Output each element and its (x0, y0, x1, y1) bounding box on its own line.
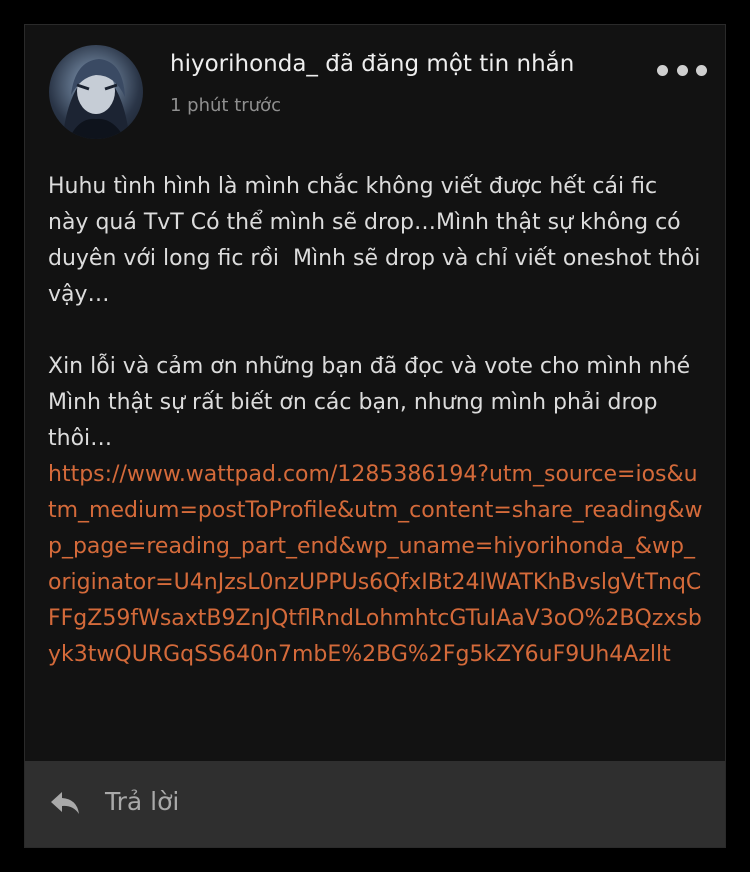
message-body: Huhu tình hình là mình chắc không viết đ… (48, 169, 704, 673)
more-options-button[interactable] (657, 57, 707, 83)
more-horizontal-icon (676, 64, 688, 76)
post-action-text: đã đăng một tin nhắn (317, 51, 575, 77)
post-timestamp: 1 phút trước (170, 95, 281, 116)
avatar[interactable] (49, 45, 143, 139)
reply-arrow-icon (51, 792, 79, 814)
message-paragraph: Huhu tình hình là mình chắc không viết đ… (48, 174, 708, 307)
message-card: hiyorihonda_ đã đăng một tin nhắn 1 phút… (24, 24, 726, 848)
reply-button[interactable]: Trả lời (25, 761, 725, 847)
more-horizontal-icon (657, 64, 668, 76)
reply-label: Trả lời (105, 787, 180, 816)
author-name[interactable]: hiyorihonda_ (170, 51, 318, 77)
more-horizontal-icon (696, 64, 707, 76)
message-link[interactable]: https://www.wattpad.com/1285386194?utm_s… (48, 457, 704, 673)
message-paragraph: Xin lỗi và cảm ơn những bạn đã đọc và vo… (48, 354, 705, 451)
post-header: hiyorihonda_ đã đăng một tin nhắn (170, 51, 574, 77)
avatar-image (63, 59, 129, 139)
